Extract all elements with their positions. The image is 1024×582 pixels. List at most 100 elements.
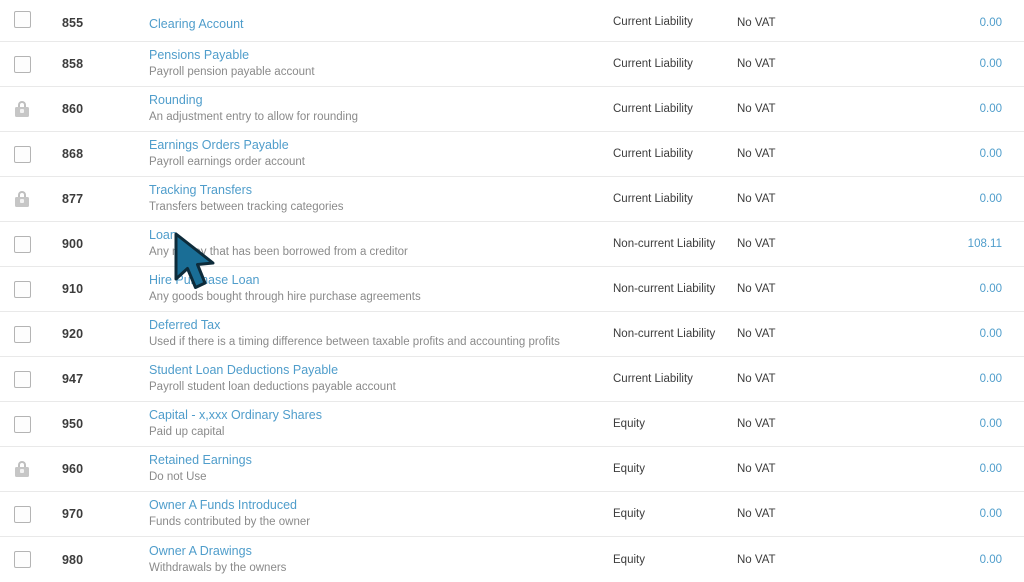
account-balance[interactable]: 0.00 bbox=[880, 42, 1002, 86]
account-name-cell: Earnings Orders Payable Payroll earnings … bbox=[149, 132, 599, 176]
account-code: 920 bbox=[62, 327, 84, 341]
account-tax-rate: No VAT bbox=[737, 148, 776, 160]
account-name-cell: Owner A Drawings Withdrawals by the owner… bbox=[149, 537, 599, 582]
account-description: Payroll earnings order account bbox=[149, 156, 305, 168]
account-balance[interactable]: 0.00 bbox=[880, 0, 1002, 41]
account-description: Any goods bought through hire purchase a… bbox=[149, 291, 421, 303]
table-row[interactable]: 910 Hire Purchase Loan Any goods bought th… bbox=[0, 267, 1024, 312]
account-name-link[interactable]: Capital - x,xxx Ordinary Shares bbox=[149, 408, 599, 423]
account-balance[interactable]: 0.00 bbox=[880, 177, 1002, 221]
row-checkbox[interactable] bbox=[14, 551, 31, 568]
account-name-link[interactable]: Earnings Orders Payable bbox=[149, 138, 599, 153]
account-code: 960 bbox=[62, 462, 84, 476]
account-name-link[interactable]: Deferred Tax bbox=[149, 318, 599, 333]
row-select-cell bbox=[14, 0, 44, 41]
account-type: Equity bbox=[613, 508, 645, 520]
account-name-link[interactable]: Student Loan Deductions Payable bbox=[149, 363, 599, 378]
account-name-link[interactable]: Rounding bbox=[149, 93, 599, 108]
account-description: Withdrawals by the owners bbox=[149, 561, 287, 574]
row-select-cell bbox=[14, 312, 44, 356]
account-balance[interactable]: 0.00 bbox=[880, 492, 1002, 536]
account-description: Used if there is a timing difference bet… bbox=[149, 336, 560, 348]
account-name-cell: Rounding An adjustment entry to allow for… bbox=[149, 87, 599, 131]
account-name-cell: Loan Any money that has been borrowed fro… bbox=[149, 222, 599, 266]
account-tax-rate: No VAT bbox=[737, 193, 776, 205]
account-name-cell: Tracking Transfers Transfers between trac… bbox=[149, 177, 599, 221]
lock-icon bbox=[14, 101, 29, 117]
table-row[interactable]: 920 Deferred Tax Used if there is a timing… bbox=[0, 312, 1024, 357]
account-tax-rate: No VAT bbox=[737, 373, 776, 385]
account-balance[interactable]: 0.00 bbox=[880, 402, 1002, 446]
table-row[interactable]: 950 Capital - x,xxx Ordinary Shares Paid u… bbox=[0, 402, 1024, 447]
account-balance[interactable]: 0.00 bbox=[880, 87, 1002, 131]
row-checkbox[interactable] bbox=[14, 235, 31, 253]
row-select-cell bbox=[14, 42, 44, 86]
row-select-cell bbox=[14, 267, 44, 311]
table-row[interactable]: 868 Earnings Orders Payable Payroll earnin… bbox=[0, 132, 1024, 177]
account-code: 947 bbox=[62, 372, 84, 386]
account-name-link[interactable]: Clearing Account bbox=[149, 17, 599, 32]
account-type: Current Liability bbox=[613, 148, 693, 160]
table-row[interactable]: 860 Rounding An adjustment entry to allow … bbox=[0, 87, 1024, 132]
account-name-cell: Deferred Tax Used if there is a timing di… bbox=[149, 312, 599, 356]
row-checkbox[interactable] bbox=[14, 11, 31, 28]
account-code: 868 bbox=[62, 147, 84, 161]
account-tax-rate: No VAT bbox=[737, 418, 776, 430]
row-checkbox[interactable] bbox=[14, 145, 31, 163]
row-checkbox[interactable] bbox=[14, 415, 31, 433]
account-type-cell: Non-current Liability bbox=[613, 267, 725, 311]
account-code: 855 bbox=[62, 16, 84, 30]
table-row[interactable]: 900 Loan Any money that has been borrowed … bbox=[0, 222, 1024, 267]
account-name-link[interactable]: Owner A Funds Introduced bbox=[149, 498, 599, 513]
account-balance[interactable]: 0.00 bbox=[880, 132, 1002, 176]
account-description: Transfers between tracking categories bbox=[149, 201, 344, 213]
account-type-cell: Current Liability bbox=[613, 87, 725, 131]
account-name-link[interactable]: Retained Earnings bbox=[149, 453, 599, 468]
account-name-link[interactable]: Owner A Drawings bbox=[149, 544, 599, 559]
account-type: Current Liability bbox=[613, 373, 693, 385]
row-checkbox[interactable] bbox=[14, 325, 31, 343]
account-code: 980 bbox=[62, 552, 84, 567]
account-type: Current Liability bbox=[613, 58, 693, 70]
row-checkbox[interactable] bbox=[14, 280, 31, 298]
table-row[interactable]: 960 Retained Earnings Do not Use Equity No V… bbox=[0, 447, 1024, 492]
account-balance[interactable]: 0.00 bbox=[880, 312, 1002, 356]
account-type-cell: Equity bbox=[613, 402, 725, 446]
account-balance[interactable]: 0.00 bbox=[880, 267, 1002, 311]
account-name-link[interactable]: Pensions Payable bbox=[149, 48, 599, 63]
row-checkbox[interactable] bbox=[14, 370, 31, 388]
account-name-link[interactable]: Tracking Transfers bbox=[149, 183, 599, 198]
account-description: Payroll student loan deductions payable … bbox=[149, 381, 396, 393]
account-name-link[interactable]: Loan bbox=[149, 228, 599, 243]
row-select-cell bbox=[14, 537, 44, 582]
table-row[interactable]: 855 Clearing Account Current Liability No V… bbox=[0, 0, 1024, 42]
table-row[interactable]: 980 Owner A Drawings Withdrawals by the ow… bbox=[0, 537, 1024, 582]
account-description: Any money that has been borrowed from a … bbox=[149, 246, 408, 258]
table-row[interactable]: 970 Owner A Funds Introduced Funds contrib… bbox=[0, 492, 1024, 537]
account-tax-rate: No VAT bbox=[737, 58, 776, 70]
account-balance[interactable]: 0.00 bbox=[880, 537, 1002, 582]
account-name-cell: Clearing Account bbox=[149, 0, 599, 41]
table-row[interactable]: 858 Pensions Payable Payroll pension payab… bbox=[0, 42, 1024, 87]
table-row[interactable]: 877 Tracking Transfers Transfers between t… bbox=[0, 177, 1024, 222]
table-row[interactable]: 947 Student Loan Deductions Payable Payrol… bbox=[0, 357, 1024, 402]
account-tax-rate: No VAT bbox=[737, 553, 776, 566]
account-balance[interactable]: 0.00 bbox=[880, 357, 1002, 401]
row-select-cell bbox=[14, 132, 44, 176]
account-type-cell: Current Liability bbox=[613, 177, 725, 221]
account-balance[interactable]: 108.11 bbox=[880, 222, 1002, 266]
account-type-cell: Equity bbox=[613, 492, 725, 536]
account-type-cell: Equity bbox=[613, 447, 725, 491]
row-select-cell bbox=[14, 87, 44, 131]
account-name-cell: Capital - x,xxx Ordinary Shares Paid up c… bbox=[149, 402, 599, 446]
row-checkbox[interactable] bbox=[14, 55, 31, 73]
account-type: Current Liability bbox=[613, 16, 693, 28]
account-code: 970 bbox=[62, 507, 84, 521]
account-name-link[interactable]: Hire Purchase Loan bbox=[149, 273, 599, 288]
account-type: Equity bbox=[613, 553, 645, 566]
row-checkbox[interactable] bbox=[14, 505, 31, 523]
account-description: An adjustment entry to allow for roundin… bbox=[149, 111, 359, 123]
account-type-cell: Equity bbox=[613, 537, 725, 582]
account-balance[interactable]: 0.00 bbox=[880, 447, 1002, 491]
account-type: Non-current Liability bbox=[613, 328, 716, 340]
